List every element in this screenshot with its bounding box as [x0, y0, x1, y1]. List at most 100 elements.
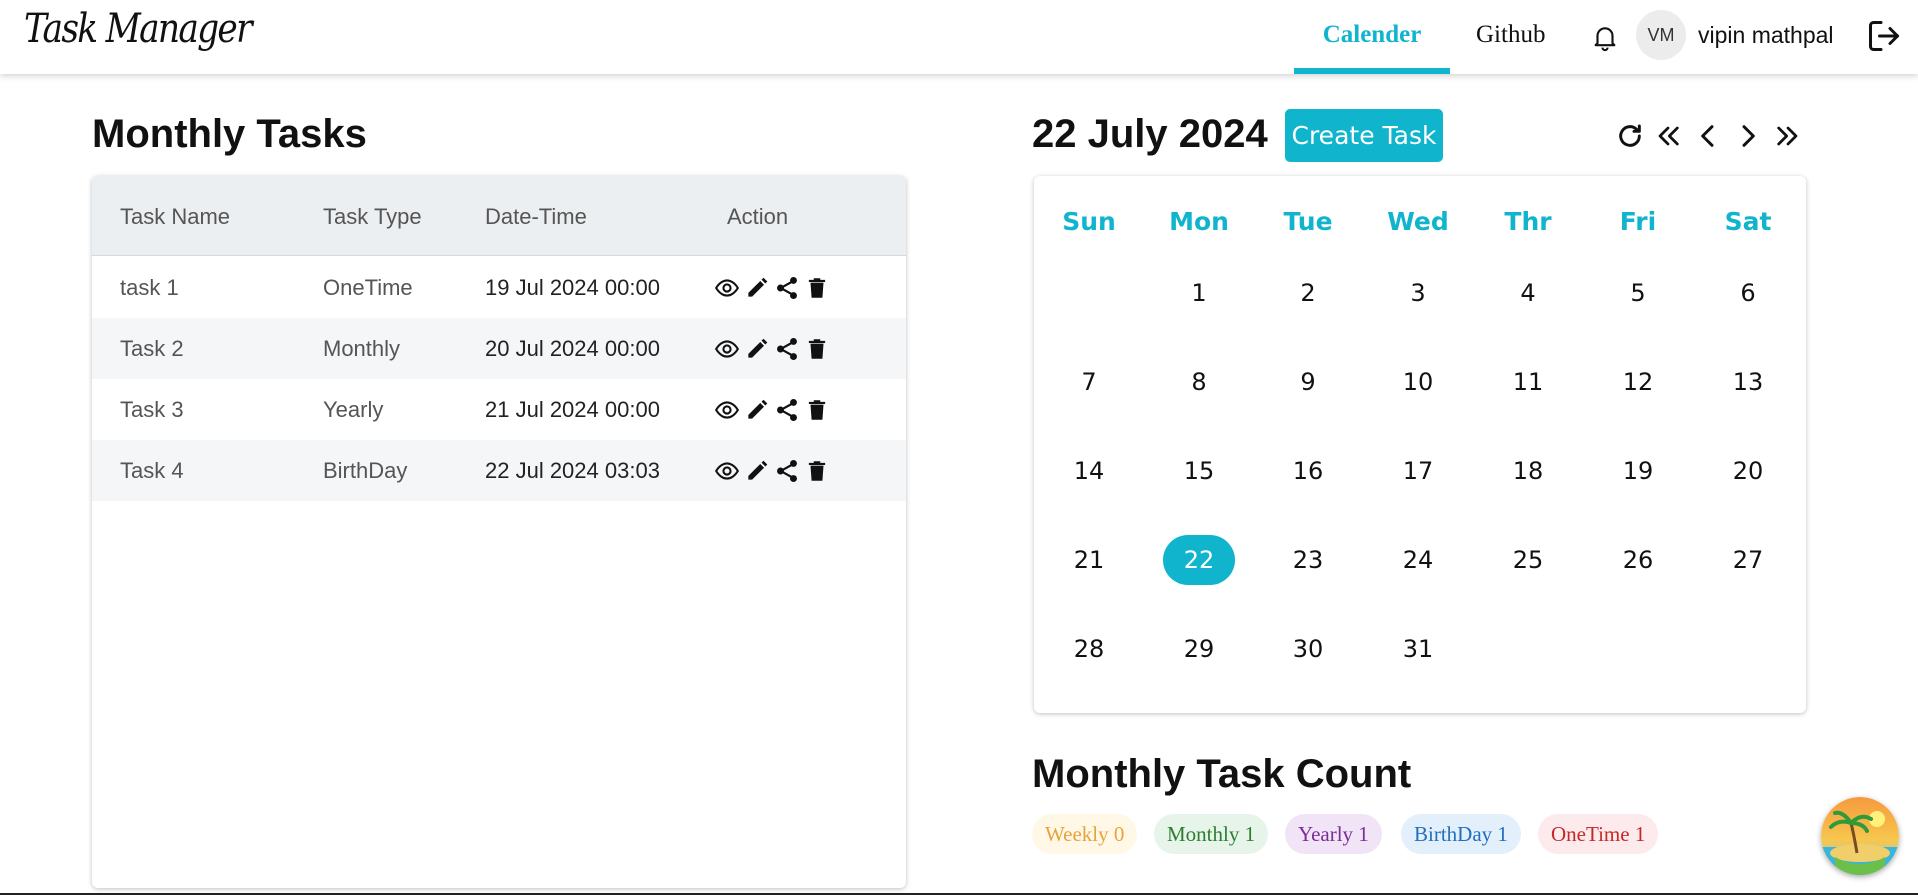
task-type-cell: BirthDay [323, 458, 408, 483]
table-header: Task Name Task Type Date-Time Action [92, 176, 906, 256]
calendar-day[interactable]: 1 [1163, 268, 1235, 318]
top-nav-bar: Task Manager Calender Github VM vipin ma… [0, 0, 1918, 74]
task-datetime-cell: 19 Jul 2024 00:00 [485, 275, 660, 300]
count-badge-monthly: Monthly 1 [1154, 814, 1269, 854]
calendar-day[interactable]: 9 [1272, 357, 1344, 407]
calendar-day[interactable]: 31 [1382, 624, 1454, 674]
calendar-day[interactable]: 8 [1163, 357, 1235, 407]
task-datetime-cell: 21 Jul 2024 00:00 [485, 397, 660, 422]
island-icon[interactable] [1821, 797, 1899, 875]
delete-icon[interactable] [804, 336, 830, 362]
delete-icon[interactable] [804, 397, 830, 423]
count-badge-onetime: OneTime 1 [1538, 814, 1659, 854]
share-icon[interactable] [774, 336, 800, 362]
weekday-header: Fri [1619, 207, 1657, 236]
weekday-header: Sun [1062, 207, 1116, 236]
calendar-day[interactable]: 20 [1712, 446, 1784, 496]
logout-icon[interactable] [1866, 18, 1902, 54]
double-chevron-right-icon[interactable] [1772, 120, 1804, 152]
calendar-day[interactable]: 23 [1272, 535, 1344, 585]
calendar-day[interactable]: 17 [1382, 446, 1454, 496]
calendar-day[interactable]: 5 [1602, 268, 1674, 318]
column-header-action: Action [727, 204, 789, 229]
task-type-cell: Monthly [323, 336, 401, 361]
task-name-cell: task 1 [120, 275, 179, 300]
task-datetime-cell: 22 Jul 2024 03:03 [485, 458, 660, 483]
share-icon[interactable] [774, 397, 800, 423]
app-logo[interactable]: Task Manager [24, 6, 253, 52]
column-header-date-time: Date-Time [485, 204, 587, 229]
share-icon[interactable] [774, 458, 800, 484]
calendar-day[interactable]: 2 [1272, 268, 1344, 318]
calendar-day[interactable]: 3 [1382, 268, 1454, 318]
delete-icon[interactable] [804, 458, 830, 484]
share-icon[interactable] [774, 275, 800, 301]
calendar-day[interactable]: 13 [1712, 357, 1784, 407]
edit-icon[interactable] [744, 397, 770, 423]
nav-calender-link[interactable]: Calender [1294, 0, 1450, 74]
calendar-day[interactable]: 25 [1492, 535, 1564, 585]
refresh-icon[interactable] [1614, 120, 1646, 152]
weekday-header: Tue [1283, 207, 1333, 236]
calendar-day[interactable]: 18 [1492, 446, 1564, 496]
calendar-day-selected[interactable]: 22 [1163, 535, 1235, 585]
calendar-day[interactable]: 26 [1602, 535, 1674, 585]
table-row[interactable]: Task 2 Monthly 20 Jul 2024 00:00 [92, 318, 906, 379]
calendar-day[interactable]: 10 [1382, 357, 1454, 407]
calendar-day[interactable]: 27 [1712, 535, 1784, 585]
count-badge-birthday: BirthDay 1 [1401, 814, 1521, 854]
view-icon[interactable] [714, 458, 740, 484]
chevron-right-icon[interactable] [1732, 120, 1764, 152]
column-header-task-type: Task Type [323, 204, 422, 229]
calendar-day[interactable]: 14 [1053, 446, 1125, 496]
task-name-cell: Task 3 [120, 397, 184, 422]
count-badge-yearly: Yearly 1 [1285, 814, 1382, 854]
active-tab-indicator [1294, 68, 1450, 74]
calendar-day[interactable]: 11 [1492, 357, 1564, 407]
weekday-header: Thr [1504, 207, 1552, 236]
avatar[interactable]: VM [1636, 10, 1686, 60]
task-name-cell: Task 4 [120, 458, 184, 483]
calendar-day[interactable]: 30 [1272, 624, 1344, 674]
user-name[interactable]: vipin mathpal [1698, 22, 1834, 49]
calendar-day[interactable]: 16 [1272, 446, 1344, 496]
column-header-task-name: Task Name [120, 204, 231, 229]
calendar-day[interactable]: 12 [1602, 357, 1674, 407]
task-datetime-cell: 20 Jul 2024 00:00 [485, 336, 660, 361]
calendar-day[interactable]: 15 [1163, 446, 1235, 496]
double-chevron-left-icon[interactable] [1652, 120, 1684, 152]
calendar-day[interactable]: 19 [1602, 446, 1674, 496]
calendar-day[interactable]: 28 [1053, 624, 1125, 674]
calendar-grid: Sun Mon Tue Wed Thr Fri Sat 1 2 3 4 5 6 7 8 9 10 11 12 13 1… [1034, 176, 1806, 713]
table-row[interactable]: Task 3 Yearly 21 Jul 2024 00:00 [92, 379, 906, 440]
create-task-button[interactable]: Create Task [1285, 109, 1443, 162]
table-row[interactable]: task 1 OneTime 19 Jul 2024 00:00 [92, 257, 906, 318]
view-icon[interactable] [714, 336, 740, 362]
bell-icon[interactable] [1590, 22, 1620, 52]
view-icon[interactable] [714, 397, 740, 423]
edit-icon[interactable] [744, 336, 770, 362]
calendar-day[interactable]: 24 [1382, 535, 1454, 585]
calendar-day[interactable]: 7 [1053, 357, 1125, 407]
nav-github-link[interactable]: Github [1476, 0, 1545, 74]
view-icon[interactable] [714, 275, 740, 301]
task-type-cell: OneTime [323, 275, 413, 300]
chevron-left-icon[interactable] [1692, 120, 1724, 152]
calendar-day[interactable]: 6 [1712, 268, 1784, 318]
weekday-header: Sat [1724, 207, 1772, 236]
current-date-heading: 22 July 2024 [1032, 112, 1268, 156]
tasks-table: Task Name Task Type Date-Time Action tas… [92, 176, 906, 888]
edit-icon[interactable] [744, 275, 770, 301]
task-type-cell: Yearly [323, 397, 384, 422]
calendar-day[interactable]: 21 [1053, 535, 1125, 585]
monthly-tasks-heading: Monthly Tasks [92, 112, 367, 156]
delete-icon[interactable] [804, 275, 830, 301]
table-row[interactable]: Task 4 BirthDay 22 Jul 2024 03:03 [92, 440, 906, 501]
calendar-day[interactable]: 29 [1163, 624, 1235, 674]
task-name-cell: Task 2 [120, 336, 184, 361]
weekday-header: Wed [1387, 207, 1449, 236]
count-badge-weekly: Weekly 0 [1032, 814, 1138, 854]
weekday-header: Mon [1169, 207, 1229, 236]
calendar-day[interactable]: 4 [1492, 268, 1564, 318]
edit-icon[interactable] [744, 458, 770, 484]
